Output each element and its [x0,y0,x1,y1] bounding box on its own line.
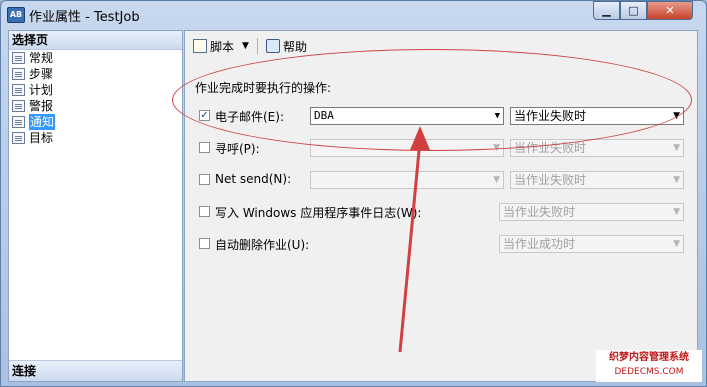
close-button[interactable]: ✕ [647,1,693,20]
pager-condition-select[interactable]: 当作业失败时 ▼ [510,139,684,157]
sidebar-item-general[interactable]: 常规 [9,50,182,66]
connection-header: 连接 [9,360,182,381]
sidebar-item-label: 常规 [29,51,54,65]
event-log-checkbox[interactable] [199,206,210,217]
net-send-checkbox[interactable] [199,174,210,185]
maximize-button[interactable]: □ [620,1,647,20]
help-button[interactable]: 帮助 [265,38,307,55]
job-properties-window: AB 作业属性 - TestJob ▁ □ ✕ 选择页 常规 步骤 计划 警报 … [0,0,707,387]
net-send-condition-select[interactable]: 当作业失败时 ▼ [510,171,684,189]
auto-delete-row: 自动删除作业(U): 当作业成功时 ▼ [199,235,689,253]
page-icon [12,52,25,64]
section-label: 作业完成时要执行的操作: [195,81,332,95]
sidebar-item-label: 计划 [29,83,54,97]
script-button[interactable]: 脚本 ▼ [193,38,249,55]
toolbar-separator [256,38,258,54]
page-icon [12,132,25,144]
net-send-operator-select[interactable]: ▼ [310,171,504,189]
event-log-row: 写入 Windows 应用程序事件日志(W): 当作业失败时 ▼ [199,203,689,221]
chevron-down-icon: ▼ [493,175,500,185]
pager-label: 寻呼(P): [215,142,260,156]
event-log-label: 写入 Windows 应用程序事件日志(W): [215,206,422,220]
email-label: 电子邮件(E): [215,110,284,124]
page-icon [12,116,25,128]
sidebar-item-label: 警报 [29,99,54,113]
pager-operator-select[interactable]: ▼ [310,139,504,157]
help-icon [265,39,280,53]
chevron-down-icon: ▼ [673,207,680,217]
pager-checkbox[interactable] [199,142,210,153]
chevron-down-icon: ▼ [673,143,680,153]
chevron-down-icon: ▼ [673,111,680,121]
sidebar-item-label: 通知 [29,114,56,130]
chevron-down-icon[interactable]: ▼ [242,41,249,51]
email-checkbox[interactable]: ✓ [199,110,210,121]
auto-delete-checkbox[interactable] [199,238,210,249]
app-icon: AB [7,7,25,23]
chevron-down-icon: ▼ [673,239,680,249]
script-label: 脚本 [210,39,235,54]
pager-row: 寻呼(P): ▼ 当作业失败时 ▼ [199,139,689,157]
email-condition-value: 当作业失败时 [514,109,587,123]
auto-delete-label: 自动删除作业(U): [215,238,310,252]
minimize-button[interactable]: ▁ [593,1,620,20]
sidebar-item-alerts[interactable]: 警报 [9,98,182,114]
page-icon [12,68,25,80]
event-log-condition-select[interactable]: 当作业失败时 ▼ [499,203,684,221]
email-row: ✓ 电子邮件(E): DBA ▼ 当作业失败时 ▼ [199,107,689,125]
sidebar-item-schedules[interactable]: 计划 [9,82,182,98]
chevron-down-icon: ▼ [493,143,500,153]
event-log-condition-value: 当作业失败时 [503,205,576,219]
email-condition-select[interactable]: 当作业失败时 ▼ [510,107,684,125]
chevron-down-icon: ▼ [673,175,680,185]
sidebar-item-notifications[interactable]: 通知 [9,114,182,130]
select-page-header: 选择页 [9,31,182,50]
pager-condition-value: 当作业失败时 [514,141,587,155]
select-page-panel: 选择页 常规 步骤 计划 警报 通知 目标 连接 [8,30,183,382]
email-operator-select[interactable]: DBA ▼ [310,107,504,125]
sidebar-item-targets[interactable]: 目标 [9,130,182,146]
help-label: 帮助 [282,39,307,54]
sidebar-item-label: 步骤 [29,67,54,81]
page-icon [12,84,25,96]
toolbar: 脚本 ▼ 帮助 [185,31,697,61]
title-bar[interactable]: AB 作业属性 - TestJob ▁ □ ✕ [1,1,706,29]
net-send-row: Net send(N): ▼ 当作业失败时 ▼ [199,171,689,189]
window-title: 作业属性 - TestJob [29,10,140,25]
script-icon [193,39,207,53]
watermark-line2: DEDECMS.COM [614,367,684,377]
net-send-label: Net send(N): [215,172,292,186]
watermark: 织梦内容管理系统 DEDECMS.COM [596,350,702,382]
email-operator-value: DBA [314,109,334,122]
chevron-down-icon: ▼ [494,111,500,121]
watermark-line1: 织梦内容管理系统 [609,352,689,363]
net-send-condition-value: 当作业失败时 [514,173,587,187]
page-icon [12,100,25,112]
sidebar-item-steps[interactable]: 步骤 [9,66,182,82]
auto-delete-condition-select[interactable]: 当作业成功时 ▼ [499,235,684,253]
auto-delete-condition-value: 当作业成功时 [503,237,576,251]
notifications-page: 脚本 ▼ 帮助 作业完成时要执行的操作: ✓ 电子邮件(E): DBA ▼ 当作… [184,30,698,382]
sidebar-item-label: 目标 [29,131,54,145]
